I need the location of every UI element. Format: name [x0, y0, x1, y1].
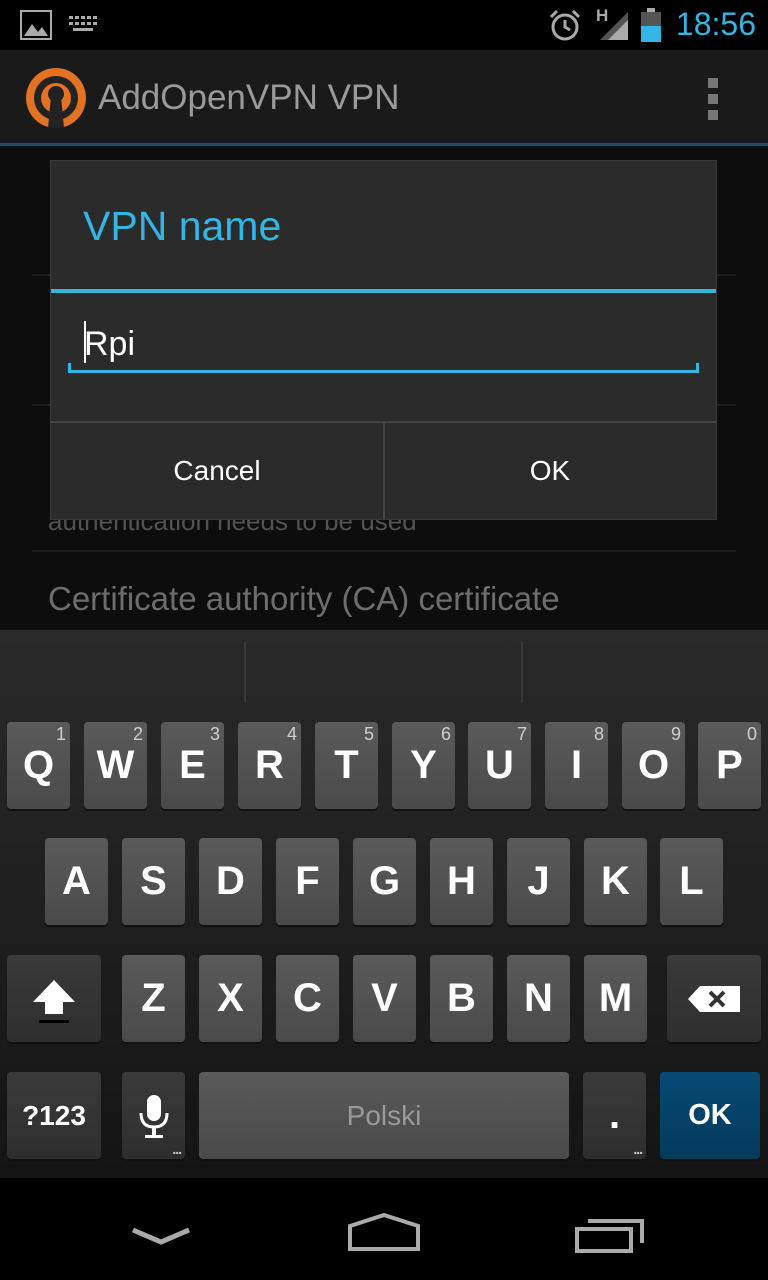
key-r[interactable]: R4	[238, 722, 301, 809]
key-hint: 3	[209, 724, 220, 744]
backspace-icon	[688, 985, 740, 1012]
key-o[interactable]: O9	[622, 722, 685, 809]
key-label: I	[570, 743, 583, 787]
key-p[interactable]: P0	[698, 722, 761, 809]
key-label: R	[255, 743, 284, 787]
voice-input-key[interactable]: ...	[122, 1072, 185, 1159]
key-y[interactable]: Y6	[392, 722, 455, 809]
key-label: T	[334, 743, 359, 787]
input-underline	[68, 370, 699, 373]
key-l[interactable]: L	[660, 838, 723, 925]
key-u[interactable]: U7	[468, 722, 531, 809]
key-x[interactable]: X	[199, 955, 262, 1042]
keyboard-icon	[69, 16, 97, 31]
key-hint: 5	[363, 724, 374, 744]
dialog-title-divider	[51, 289, 716, 293]
shift-arrow-icon	[33, 979, 75, 1023]
key-c[interactable]: C	[276, 955, 339, 1042]
vpn-name-dialog: VPN name Rpi Cancel OK	[51, 161, 716, 519]
key-m[interactable]: M	[584, 955, 647, 1042]
key-label: E	[179, 743, 206, 787]
app-title: AddOpenVPN VPN	[98, 78, 400, 117]
overflow-menu-icon[interactable]	[708, 78, 720, 126]
key-n[interactable]: N	[507, 955, 570, 1042]
key-g[interactable]: G	[353, 838, 416, 925]
key-hint: 4	[286, 724, 297, 744]
key-h[interactable]: H	[430, 838, 493, 925]
key-label: P	[716, 743, 743, 787]
shift-key[interactable]	[7, 955, 101, 1042]
gallery-icon	[20, 10, 52, 40]
status-bar: H 18:56	[0, 0, 768, 50]
vpn-name-input[interactable]: Rpi	[68, 311, 699, 373]
soft-keyboard: Q1 W2 E3 R4 T5 Y6 U7 I8 O9 P0 A S D F G …	[0, 630, 768, 1178]
key-q[interactable]: Q1	[7, 722, 70, 809]
key-d[interactable]: D	[199, 838, 262, 925]
more-options-dots: ...	[172, 1141, 182, 1157]
more-options-dots: ...	[633, 1141, 643, 1157]
key-hint: 0	[746, 724, 757, 744]
key-hint: 8	[593, 724, 604, 744]
key-j[interactable]: J	[507, 838, 570, 925]
signal-icon	[600, 12, 628, 40]
key-e[interactable]: E3	[161, 722, 224, 809]
key-hint: 1	[55, 724, 66, 744]
key-f[interactable]: F	[276, 838, 339, 925]
vpn-name-input-value[interactable]: Rpi	[84, 325, 135, 364]
period-key[interactable]: . ...	[583, 1072, 646, 1159]
input-underline-left	[68, 363, 71, 373]
key-z[interactable]: Z	[122, 955, 185, 1042]
back-icon[interactable]	[130, 1226, 192, 1248]
period-label: .	[608, 1093, 621, 1137]
suggestion-divider	[244, 642, 246, 702]
dialog-button-row: Cancel OK	[51, 421, 716, 521]
space-key[interactable]: Polski	[199, 1072, 569, 1159]
key-a[interactable]: A	[45, 838, 108, 925]
key-w[interactable]: W2	[84, 722, 147, 809]
key-label: W	[96, 743, 135, 787]
battery-icon	[641, 8, 661, 42]
text-cursor	[84, 321, 86, 363]
key-k[interactable]: K	[584, 838, 647, 925]
list-divider	[32, 550, 736, 552]
status-clock: 18:56	[675, 6, 756, 42]
navigation-bar	[0, 1178, 768, 1280]
cancel-button[interactable]: Cancel	[51, 423, 385, 519]
backspace-key[interactable]	[667, 955, 761, 1042]
home-icon[interactable]	[346, 1212, 422, 1252]
microphone-icon	[139, 1094, 168, 1138]
action-bar: AddOpenVPN VPN	[0, 50, 768, 146]
key-t[interactable]: T5	[315, 722, 378, 809]
key-hint: 6	[440, 724, 451, 744]
key-label: U	[485, 743, 514, 787]
key-hint: 2	[132, 724, 143, 744]
list-item-title[interactable]: Certificate authority (CA) certificate	[48, 580, 560, 618]
key-label: Q	[22, 743, 55, 787]
keyboard-ok-key[interactable]: OK	[660, 1072, 760, 1159]
alarm-icon	[549, 9, 581, 41]
dialog-title: VPN name	[83, 203, 282, 249]
ok-button[interactable]: OK	[384, 423, 716, 519]
key-v[interactable]: V	[353, 955, 416, 1042]
input-underline-right	[696, 363, 699, 373]
key-b[interactable]: B	[430, 955, 493, 1042]
key-hint: 7	[516, 724, 527, 744]
suggestion-strip[interactable]	[0, 630, 768, 706]
key-hint: 9	[670, 724, 681, 744]
openvpn-logo[interactable]	[24, 66, 88, 130]
suggestion-divider	[521, 642, 523, 702]
key-i[interactable]: I8	[545, 722, 608, 809]
key-label: O	[637, 743, 670, 787]
symbols-key[interactable]: ?123	[7, 1072, 101, 1159]
key-label: Y	[410, 743, 437, 787]
recents-icon[interactable]	[574, 1216, 646, 1254]
key-s[interactable]: S	[122, 838, 185, 925]
